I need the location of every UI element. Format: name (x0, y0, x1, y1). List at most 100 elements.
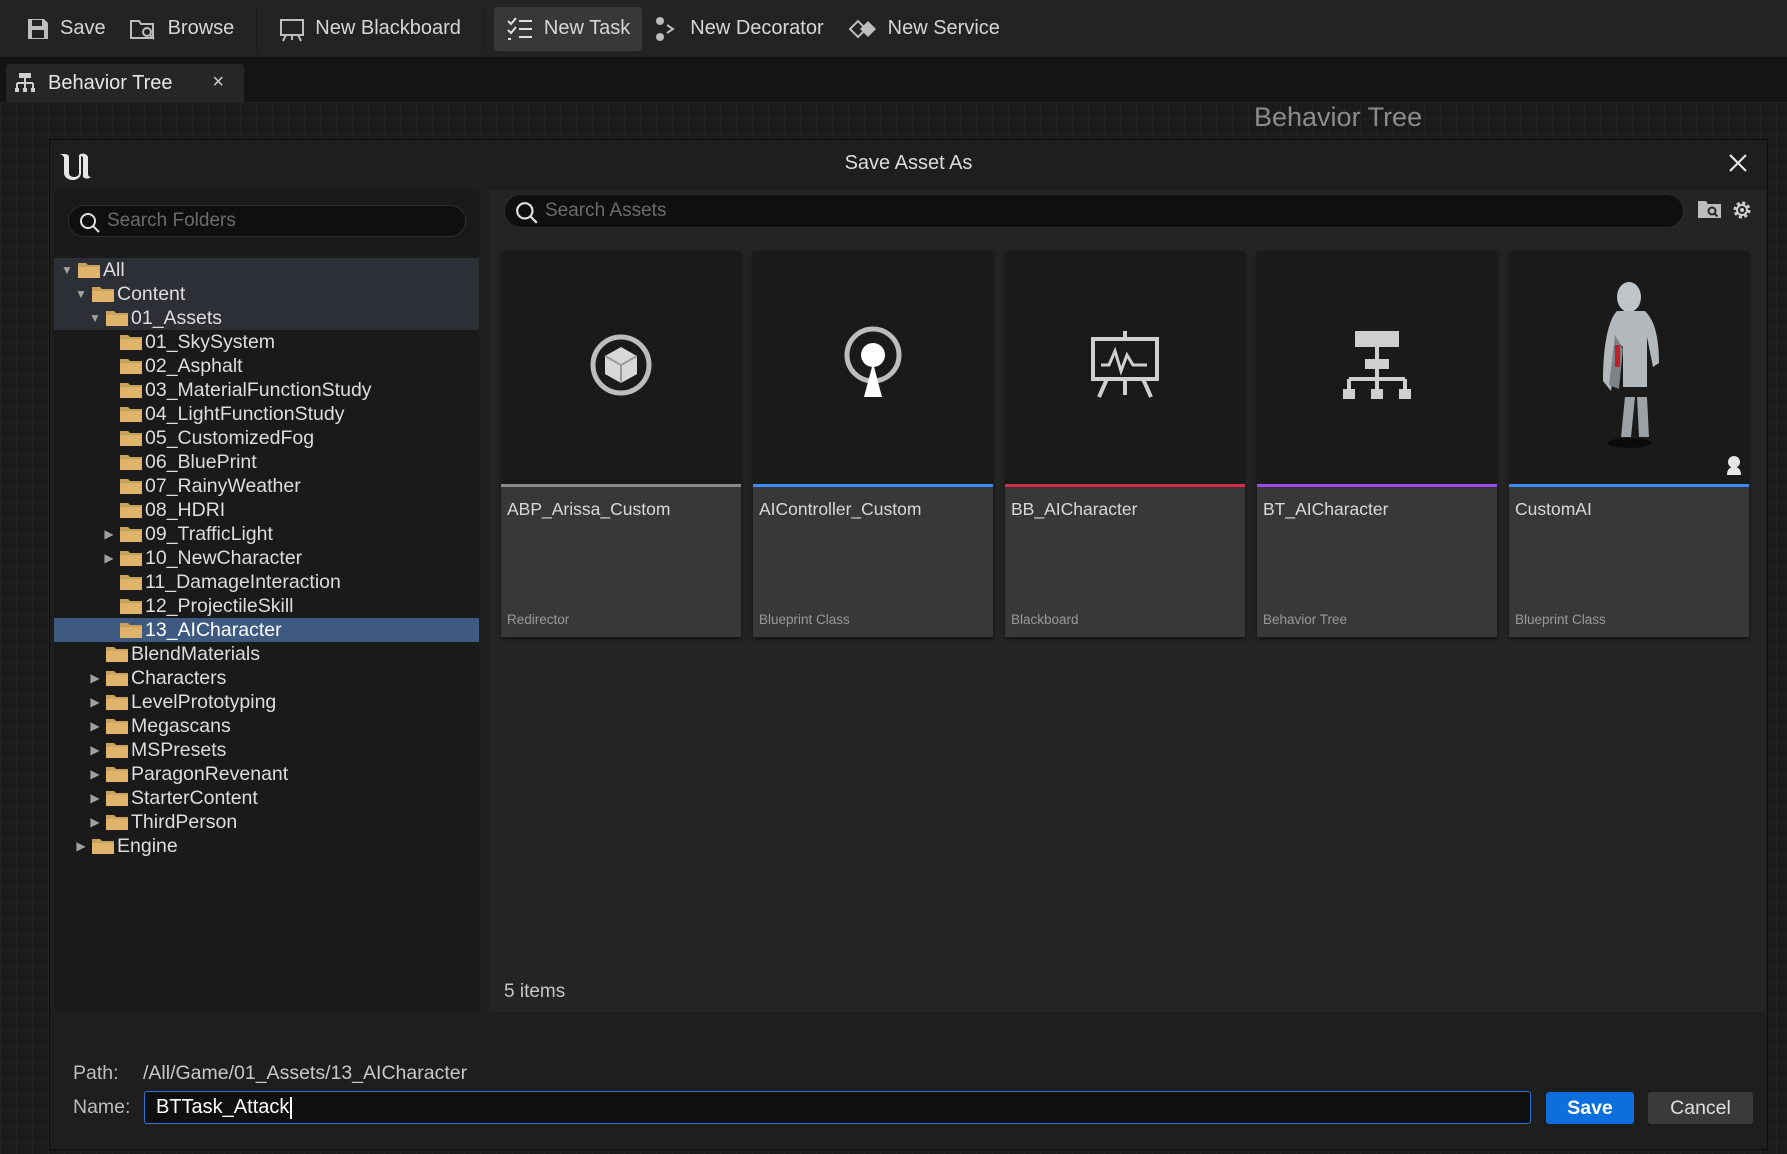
folder-label: 09_TrafficLight (145, 522, 273, 545)
folder-icon (105, 765, 129, 783)
save-toolbar-button[interactable]: Save (14, 7, 118, 51)
folder-tree-item[interactable]: 07_RainyWeather (54, 474, 479, 498)
collapsed-arrow-icon[interactable]: ▶ (73, 838, 89, 854)
folder-tree-item[interactable]: ▶ Megascans (54, 714, 479, 738)
asset-name-input[interactable]: BTTask_Attack (144, 1091, 1531, 1124)
folder-label: 07_RainyWeather (145, 474, 301, 497)
expanded-arrow-icon[interactable]: ▼ (59, 262, 75, 278)
folder-icon (105, 693, 129, 711)
search-folders-input[interactable]: Search Folders (68, 205, 466, 237)
collapsed-arrow-icon[interactable]: ▶ (87, 814, 103, 830)
browse-icon (129, 19, 155, 40)
new-service-button[interactable]: New Service (836, 7, 1012, 51)
asset-tile[interactable]: BB_AICharacter Blackboard (1005, 251, 1245, 637)
asset-tile[interactable]: ABP_Arissa_Custom Redirector (501, 251, 741, 637)
folder-tree-item[interactable]: ▶ 10_NewCharacter (54, 546, 479, 570)
close-tab-icon[interactable]: × (212, 71, 224, 94)
tab-bar: Behavior Tree × (0, 57, 1787, 102)
no-arrow (101, 598, 117, 614)
folder-tree-item[interactable]: 02_Asphalt (54, 354, 479, 378)
tab-behavior-tree[interactable]: Behavior Tree × (6, 64, 244, 102)
folder-icon (119, 501, 143, 519)
folder-icon (91, 285, 115, 303)
folder-tree-item[interactable]: ▶ StarterContent (54, 786, 479, 810)
save-button[interactable]: Save (1546, 1092, 1634, 1124)
collapsed-arrow-icon[interactable]: ▶ (87, 790, 103, 806)
folder-tree-item[interactable]: ▼ 01_Assets (54, 306, 479, 330)
collapsed-arrow-icon[interactable]: ▶ (87, 742, 103, 758)
folder-tree-item[interactable]: 12_ProjectileSkill (54, 594, 479, 618)
folder-label: 10_NewCharacter (145, 546, 303, 569)
no-arrow (101, 430, 117, 446)
no-arrow (101, 574, 117, 590)
asset-name: BT_AICharacter (1263, 499, 1389, 519)
folder-tree-item[interactable]: ▶ MSPresets (54, 738, 479, 762)
folder-tree-item[interactable]: 08_HDRI (54, 498, 479, 522)
folder-icon (119, 549, 143, 567)
search-icon (516, 202, 538, 224)
folder-tree-item[interactable]: ▶ ParagonRevenant (54, 762, 479, 786)
new-blackboard-button[interactable]: New Blackboard (267, 7, 473, 51)
close-icon[interactable] (1727, 152, 1749, 174)
asset-tile[interactable]: BT_AICharacter Behavior Tree (1257, 251, 1497, 637)
expanded-arrow-icon[interactable]: ▼ (87, 310, 103, 326)
asset-tile[interactable]: AIController_Custom Blueprint Class (753, 251, 993, 637)
folder-label: 05_CustomizedFog (145, 426, 315, 449)
folder-label: Megascans (131, 714, 231, 737)
folder-tree-item[interactable]: 01_SkySystem (54, 330, 479, 354)
no-arrow (101, 382, 117, 398)
name-label: Name: (73, 1096, 131, 1118)
search-folders-placeholder: Search Folders (107, 210, 236, 231)
path-value: /All/Game/01_Assets/13_AICharacter (143, 1062, 468, 1084)
folder-icon (105, 813, 129, 831)
folder-tree-item[interactable]: 06_BluePrint (54, 450, 479, 474)
asset-type-color-bar (753, 484, 993, 487)
folder-tree-item[interactable]: ▶ Characters (54, 666, 479, 690)
folder-tree-item[interactable]: ▶ ThirdPerson (54, 810, 479, 834)
no-arrow (101, 478, 117, 494)
folder-tree-item[interactable]: 13_AICharacter (54, 618, 479, 642)
folder-tree-item[interactable]: 05_CustomizedFog (54, 426, 479, 450)
behavior-tree-icon (1341, 329, 1413, 406)
no-arrow (101, 334, 117, 350)
service-icon (848, 19, 876, 38)
search-assets-input[interactable]: Search Assets (504, 194, 1684, 228)
folder-search-icon[interactable] (1697, 198, 1723, 220)
folder-tree-item[interactable]: ▶ 09_TrafficLight (54, 522, 479, 546)
collapsed-arrow-icon[interactable]: ▶ (101, 550, 117, 566)
aicontroller-icon (841, 325, 905, 410)
toolbar: Save Browse New Blackboard New Task New … (0, 0, 1787, 57)
asset-grid: ABP_Arissa_Custom Redirector AIController_… (501, 251, 1749, 637)
folder-icon (119, 333, 143, 351)
no-arrow (101, 358, 117, 374)
cancel-button[interactable]: Cancel (1648, 1092, 1753, 1124)
folder-tree-item[interactable]: ▶ Engine (54, 834, 479, 858)
no-arrow (101, 622, 117, 638)
folder-icon (119, 621, 143, 639)
collapsed-arrow-icon[interactable]: ▶ (87, 718, 103, 734)
folder-tree-item[interactable]: 03_MaterialFunctionStudy (54, 378, 479, 402)
folder-tree-item[interactable]: ▼ All (54, 258, 479, 282)
new-decorator-button[interactable]: New Decorator (642, 7, 835, 51)
folder-label: MSPresets (131, 738, 227, 761)
folder-tree-item[interactable]: ▼ Content (54, 282, 479, 306)
no-arrow (101, 454, 117, 470)
folder-tree-item[interactable]: ▶ LevelPrototyping (54, 690, 479, 714)
folder-label: ThirdPerson (131, 810, 238, 833)
collapsed-arrow-icon[interactable]: ▶ (87, 670, 103, 686)
folder-icon (119, 453, 143, 471)
folder-tree-item[interactable]: BlendMaterials (54, 642, 479, 666)
new-task-button[interactable]: New Task (493, 6, 643, 51)
settings-gear-icon[interactable] (1730, 198, 1754, 222)
asset-tile[interactable]: CustomAI Blueprint Class (1509, 251, 1749, 637)
expanded-arrow-icon[interactable]: ▼ (73, 286, 89, 302)
collapsed-arrow-icon[interactable]: ▶ (101, 526, 117, 542)
browse-button[interactable]: Browse (118, 7, 247, 51)
asset-pane: Search Assets ABP_Arissa_Custom Redirecto… (489, 190, 1766, 1012)
blackboard-icon (1089, 329, 1161, 406)
folder-icon (119, 477, 143, 495)
collapsed-arrow-icon[interactable]: ▶ (87, 766, 103, 782)
folder-tree-item[interactable]: 11_DamageInteraction (54, 570, 479, 594)
folder-tree-item[interactable]: 04_LightFunctionStudy (54, 402, 479, 426)
collapsed-arrow-icon[interactable]: ▶ (87, 694, 103, 710)
